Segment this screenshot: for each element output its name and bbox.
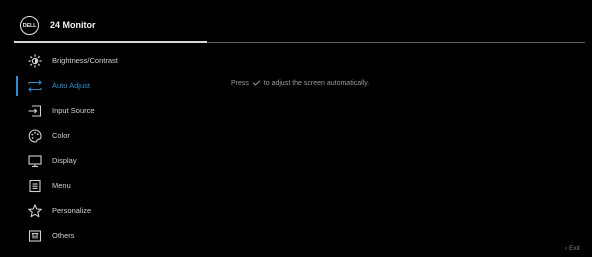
display-monitor-icon [28,155,42,168]
menu-item-label: Color [52,131,70,140]
input-source-icon [28,105,42,117]
menu-item-input-source[interactable]: Input Source [0,101,207,121]
menu-item-brightness-contrast[interactable]: Brightness/Contrast [0,51,207,71]
exit-button[interactable]: ‹ Exit [565,245,580,252]
menu-item-others[interactable]: Others [0,226,207,246]
chevron-left-icon: ‹ [565,245,568,252]
logo-text: DELL [22,22,37,29]
dell-logo: DELL [20,16,39,35]
osd-window: DELL 24 Monitor Brightness/Contrast Auto… [0,0,592,257]
menu-item-label: Auto Adjust [52,81,90,90]
header-active-underline [14,41,207,43]
star-icon [28,204,42,218]
monitor-title: 24 Monitor [50,20,96,30]
menu-item-label: Input Source [52,106,95,115]
active-indicator [16,76,18,96]
menu-item-label: Personalize [52,206,92,215]
exit-label: Exit [568,245,580,252]
auto-adjust-icon [28,80,42,92]
menu-item-personalize[interactable]: Personalize [0,201,207,221]
header-divider [207,42,585,43]
desc-suffix: to adjust the screen automatically. [263,80,370,87]
menu-item-label: Display [52,156,77,165]
brightness-icon [28,54,42,68]
menu-item-label: Menu [52,181,71,190]
color-palette-icon [28,129,42,143]
menu-item-label: Others [52,231,75,240]
check-icon [252,80,261,86]
menu-item-auto-adjust[interactable]: Auto Adjust [0,76,207,96]
menu-item-color[interactable]: Color [0,126,207,146]
menu-item-label: Brightness/Contrast [52,56,118,65]
auto-adjust-description: Press to adjust the screen automatically… [231,80,369,87]
menu-item-display[interactable]: Display [0,151,207,171]
menu-document-icon [29,179,41,193]
menu-item-menu[interactable]: Menu [0,176,207,196]
others-icon [28,230,42,242]
desc-prefix: Press [231,80,249,87]
